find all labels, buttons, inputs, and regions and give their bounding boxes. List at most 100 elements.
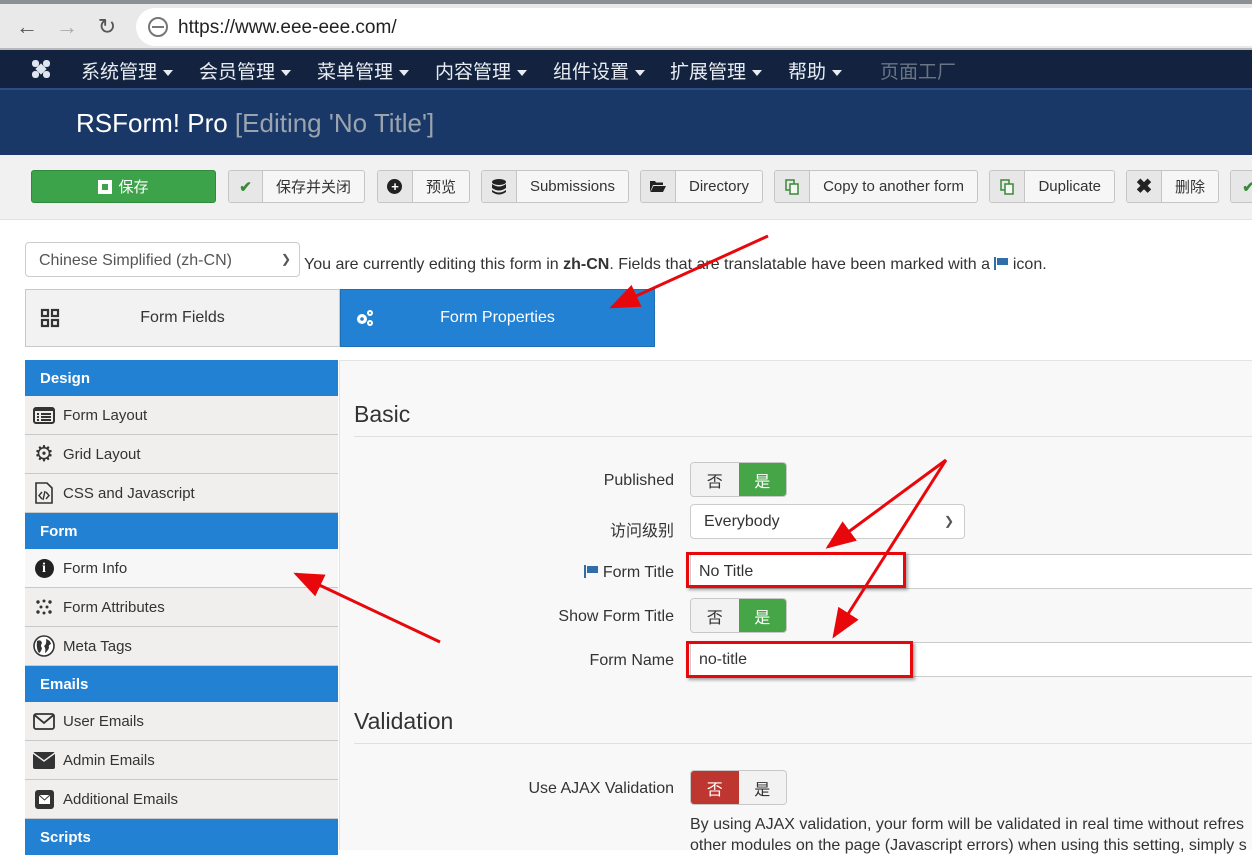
menu-users[interactable]: 会员管理 [199, 57, 292, 84]
back-button[interactable]: ← [14, 14, 40, 40]
url-text[interactable]: https://www.eee-eee.com/ [178, 17, 397, 39]
divider [354, 436, 1252, 437]
envelope-icon [33, 750, 55, 770]
published-toggle: 否 是 [690, 462, 787, 497]
toolbar: 保存 ✔ 保存并关闭 + 预览 Submissions Directory Co… [0, 155, 1252, 220]
check-icon: ✔ [229, 171, 263, 202]
language-select[interactable]: Chinese Simplified (zh-CN) ❯ [25, 242, 300, 277]
sidebar-item-admin-emails[interactable]: Admin Emails [25, 741, 338, 780]
forward-button[interactable]: → [54, 14, 80, 40]
globe-icon [33, 635, 55, 657]
flag-icon [584, 565, 599, 578]
chevron-down-icon: ❯ [280, 252, 291, 266]
list-alt-icon [33, 405, 55, 425]
joomla-logo-icon[interactable] [30, 58, 52, 80]
save-button[interactable]: 保存 [31, 170, 216, 203]
section-title-validation: Validation [354, 708, 454, 734]
divider [354, 743, 1252, 744]
reload-button[interactable]: ↻ [94, 14, 120, 40]
edit-icon [98, 179, 113, 194]
form-name-label: Form Name [589, 652, 674, 669]
sidebar-item-form-info[interactable]: i Form Info [25, 549, 338, 588]
published-no-button[interactable]: 否 [691, 463, 739, 496]
dots-icon [33, 597, 55, 617]
published-yes-button[interactable]: 是 [738, 463, 786, 496]
sidebar-item-user-emails[interactable]: User Emails [25, 702, 338, 741]
caret-down-icon [163, 69, 174, 76]
directory-button[interactable]: Directory [640, 170, 763, 203]
annotation-box-form-title [686, 552, 906, 588]
show-form-title-toggle: 否 是 [690, 598, 787, 633]
tab-form-properties[interactable]: Form Properties [340, 289, 655, 347]
browser-toolbar: ← → ↻ https://www.eee-eee.com/ [0, 4, 1252, 50]
published-label: Published [603, 472, 674, 489]
sidebar-item-grid-layout[interactable]: ⚙ Grid Layout [25, 435, 338, 474]
sidebar-section-design: Design [25, 360, 338, 396]
sidebar-item-meta-tags[interactable]: Meta Tags [25, 627, 338, 666]
annotation-box-form-name [686, 641, 913, 678]
duplicate-button[interactable]: Duplicate [989, 170, 1115, 203]
tab-form-fields[interactable]: Form Fields [25, 289, 340, 347]
ajax-validation-label: Use AJAX Validation [528, 780, 674, 797]
delete-button[interactable]: ✖ 删除 [1126, 170, 1219, 203]
language-note: You are currently editing this form in z… [304, 256, 1047, 273]
copy-icon [775, 171, 811, 202]
chevron-down-icon: ❯ [943, 514, 954, 528]
access-level-select[interactable]: Everybody ❯ [690, 504, 965, 539]
menu-page-factory: 页面工厂 [880, 62, 957, 83]
ajax-validation-toggle: 否 是 [690, 770, 787, 805]
access-level-label: 访问级别 [609, 523, 674, 540]
menu-content[interactable]: 内容管理 [435, 57, 528, 84]
folder-open-icon [641, 171, 676, 202]
plus-circle-icon: + [378, 171, 413, 202]
caret-down-icon [281, 69, 292, 76]
site-info-icon[interactable] [148, 17, 168, 37]
preview-button[interactable]: + 预览 [377, 170, 470, 203]
caret-down-icon [832, 69, 843, 76]
submissions-button[interactable]: Submissions [481, 170, 629, 203]
form-properties-panel: Basic Published 否 是 访问级别 Everybody ❯ For… [339, 360, 1252, 854]
code-file-icon [33, 482, 55, 504]
apply-button[interactable]: ✔ [1230, 170, 1252, 203]
menu-extensions[interactable]: 扩展管理 [670, 57, 763, 84]
copy-icon [990, 171, 1026, 202]
check-icon: ✔ [1231, 171, 1252, 202]
sidebar-section-form: Form [25, 513, 338, 549]
show-form-title-no-button[interactable]: 否 [691, 599, 739, 632]
grid-icon [40, 308, 60, 328]
page-subtitle: [Editing 'No Title'] [234, 108, 435, 138]
menu-components[interactable]: 组件设置 [553, 57, 646, 84]
flag-icon [994, 257, 1009, 270]
gear-icon: ⚙ [34, 441, 54, 466]
caret-down-icon [635, 69, 646, 76]
copy-to-form-button[interactable]: Copy to another form [774, 170, 978, 203]
ajax-validation-yes-button[interactable]: 是 [738, 771, 786, 804]
sidebar-item-css-javascript[interactable]: CSS and Javascript [25, 474, 338, 513]
page-title: RSForm! Pro [Editing 'No Title'] [76, 108, 435, 138]
show-form-title-label: Show Form Title [558, 608, 674, 625]
menu-system[interactable]: 系统管理 [81, 57, 174, 84]
sidebar-item-additional-emails[interactable]: Additional Emails [25, 780, 338, 819]
database-icon [482, 171, 517, 202]
page-header: RSForm! Pro [Editing 'No Title'] [0, 88, 1252, 155]
caret-down-icon [517, 69, 528, 76]
caret-down-icon [752, 69, 763, 76]
gears-icon [357, 310, 373, 326]
form-title-label: Form Title [584, 564, 674, 582]
info-circle-icon: i [33, 558, 55, 578]
menu-help[interactable]: 帮助 [788, 57, 843, 84]
envelope-square-icon [33, 789, 55, 809]
show-form-title-yes-button[interactable]: 是 [738, 599, 786, 632]
sidebar: Design Form Layout ⚙ Grid Layout CSS and… [25, 360, 338, 855]
sidebar-item-form-attributes[interactable]: Form Attributes [25, 588, 338, 627]
admin-menu-bar: 系统管理 会员管理 菜单管理 内容管理 组件设置 扩展管理 帮助 页面工厂 [0, 50, 1252, 88]
caret-down-icon [399, 69, 410, 76]
sidebar-item-form-layout[interactable]: Form Layout [25, 396, 338, 435]
menu-menus[interactable]: 菜单管理 [317, 57, 410, 84]
save-close-button[interactable]: ✔ 保存并关闭 [228, 170, 365, 203]
section-title-basic: Basic [354, 401, 411, 427]
x-icon: ✖ [1127, 171, 1162, 202]
envelope-outline-icon [33, 711, 55, 731]
ajax-validation-no-button[interactable]: 否 [691, 771, 739, 804]
address-bar[interactable]: https://www.eee-eee.com/ [136, 8, 1252, 46]
